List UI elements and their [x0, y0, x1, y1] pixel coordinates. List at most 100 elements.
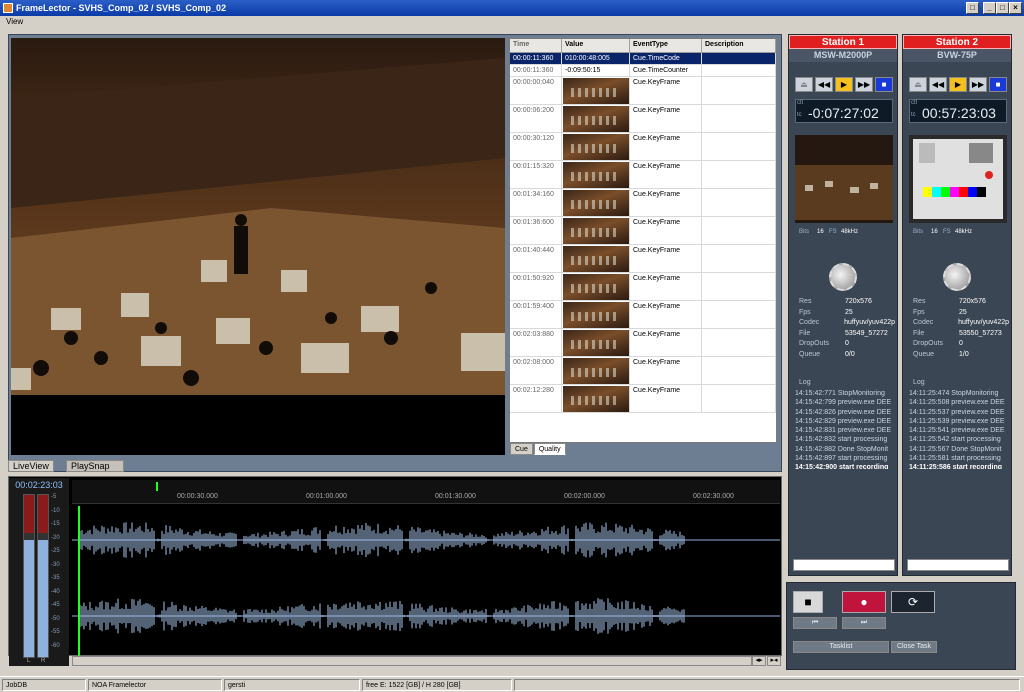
cell-value: [562, 273, 630, 300]
station-2-scrollbar[interactable]: [907, 559, 1009, 571]
playhead-marker[interactable]: [156, 482, 158, 491]
previous-button[interactable]: ⏮: [793, 617, 837, 629]
cell-eventtype: Cue.KeyFrame: [630, 329, 702, 356]
play-button[interactable]: ▶: [949, 77, 967, 92]
table-row[interactable]: 00:00:11:360 -0:09:50:15 Cue.TimeCounter: [510, 65, 776, 77]
zoom-out-button[interactable]: ▸◂: [767, 656, 781, 666]
property-key: DropOuts: [913, 340, 943, 347]
menu-view[interactable]: View: [6, 17, 23, 26]
cell-value: [562, 301, 630, 328]
cell-description: [702, 217, 776, 244]
bits-value: 16: [931, 229, 938, 235]
rewind-button[interactable]: ◀◀: [815, 77, 833, 92]
stop-button[interactable]: ■: [989, 77, 1007, 92]
record-button[interactable]: ●: [842, 591, 886, 613]
keyframe-thumbnail[interactable]: [563, 302, 629, 328]
col-time[interactable]: Time: [510, 39, 562, 52]
zoom-in-button[interactable]: ◂▸: [752, 656, 766, 666]
keyframe-thumbnail[interactable]: [563, 162, 629, 188]
keyframe-thumbnail[interactable]: [563, 218, 629, 244]
property-row: File 53550_57273: [913, 329, 1009, 340]
station-2-log: 14:11:25:474 StopMonitoring 14:11:25:508 …: [909, 389, 1009, 469]
table-row[interactable]: 00:01:40:440 Cue.KeyFrame: [510, 245, 776, 273]
keyframe-thumbnail[interactable]: [563, 78, 629, 104]
cell-description: [702, 245, 776, 272]
cell-eventtype: Cue.KeyFrame: [630, 189, 702, 216]
cue-event-grid[interactable]: Time Value EventType Description 00:00:1…: [509, 38, 777, 443]
keyframe-thumbnail[interactable]: [563, 386, 629, 412]
stop-record-button[interactable]: ■: [793, 591, 823, 613]
play-button[interactable]: ▶: [835, 77, 853, 92]
property-value: 0/0: [845, 350, 855, 358]
record-control-panel: ■ ● ⟳ ⏮ ⏭ Tasklist Close Task: [786, 582, 1016, 670]
table-row[interactable]: 00:01:34:160 Cue.KeyFrame: [510, 189, 776, 217]
table-row[interactable]: 00:00:30:120 Cue.KeyFrame: [510, 133, 776, 161]
table-row[interactable]: 00:02:08:000 Cue.KeyFrame: [510, 357, 776, 385]
col-description[interactable]: Description: [702, 39, 776, 52]
menu-bar: View: [0, 16, 1024, 28]
next-button[interactable]: ⏭: [842, 617, 886, 629]
loop-button[interactable]: ⟳: [891, 591, 935, 613]
eject-button[interactable]: ⏏: [795, 77, 813, 92]
table-row[interactable]: 00:00:11:360 010:00:48:005 Cue.TimeCode: [510, 53, 776, 65]
station-1-scrollbar[interactable]: [793, 559, 895, 571]
table-row[interactable]: 00:01:36:600 Cue.KeyFrame: [510, 217, 776, 245]
keyframe-thumbnail[interactable]: [563, 190, 629, 216]
waveform-right[interactable]: [72, 582, 780, 650]
cell-description: [702, 161, 776, 188]
keyframe-thumbnail[interactable]: [563, 274, 629, 300]
tab-cue[interactable]: Cue: [510, 443, 533, 455]
table-row[interactable]: 00:02:03:880 Cue.KeyFrame: [510, 329, 776, 357]
keyframe-thumbnail[interactable]: [563, 330, 629, 356]
station-1-device: MSW-M2000P: [789, 49, 897, 62]
keyframe-thumbnail[interactable]: [563, 358, 629, 384]
minimize-button[interactable]: _: [983, 2, 996, 14]
video-preview[interactable]: [11, 38, 505, 455]
table-row[interactable]: 00:00:06:200 Cue.KeyFrame: [510, 105, 776, 133]
timeline-ruler[interactable]: 00:00:30.000 00:01:00.000 00:01:30.000 00:0…: [72, 480, 780, 504]
cell-time: 00:00:06:200: [510, 105, 562, 132]
waveform-left[interactable]: [72, 506, 780, 574]
station-1-timecode: -0:07:27:02: [808, 105, 879, 121]
tab-liveview[interactable]: LiveView: [8, 460, 54, 472]
rewind-button[interactable]: ◀◀: [929, 77, 947, 92]
table-row[interactable]: 00:00:00:040 Cue.KeyFrame: [510, 77, 776, 105]
help-button[interactable]: □: [966, 2, 979, 14]
volume-knob[interactable]: [829, 263, 857, 291]
table-row[interactable]: 00:01:50:920 Cue.KeyFrame: [510, 273, 776, 301]
close-window-button[interactable]: ×: [1009, 2, 1022, 14]
cell-eventtype: Cue.KeyFrame: [630, 161, 702, 188]
volume-knob[interactable]: [943, 263, 971, 291]
fast-forward-button[interactable]: ▶▶: [969, 77, 987, 92]
log-entry: 14:11:25:567 Done StopMonit: [909, 445, 1002, 453]
cell-eventtype: Cue.KeyFrame: [630, 217, 702, 244]
timeline-tick: 00:02:00.000: [564, 493, 605, 500]
fs-value: 48kHz: [841, 229, 859, 235]
station-2-audio-info: Bits 16 FS 48kHz: [909, 221, 1007, 235]
fast-forward-button[interactable]: ▶▶: [855, 77, 873, 92]
property-row: Fps 25: [913, 308, 1009, 319]
eject-button[interactable]: ⏏: [909, 77, 927, 92]
tab-playsnap[interactable]: PlaySnap: [66, 460, 124, 472]
stop-button[interactable]: ■: [875, 77, 893, 92]
maximize-button[interactable]: □: [996, 2, 1009, 14]
keyframe-thumbnail[interactable]: [563, 134, 629, 160]
table-row[interactable]: 00:01:15:320 Cue.KeyFrame: [510, 161, 776, 189]
tasklist-button[interactable]: Tasklist: [793, 641, 889, 653]
cell-description: [702, 301, 776, 328]
waveform-scrollbar[interactable]: [72, 656, 752, 666]
table-row[interactable]: 00:01:59:400 Cue.KeyFrame: [510, 301, 776, 329]
table-row[interactable]: 00:02:12:280 Cue.KeyFrame: [510, 385, 776, 413]
col-value[interactable]: Value: [562, 39, 630, 52]
close-task-button[interactable]: Close Task: [891, 641, 937, 653]
col-eventtype[interactable]: EventType: [630, 39, 702, 52]
db-scale-label: -45: [51, 602, 60, 608]
station-1-preview: [795, 135, 893, 223]
log-entry: 14:11:25:474 StopMonitoring: [909, 390, 999, 397]
keyframe-thumbnail[interactable]: [563, 246, 629, 272]
title-bar: FrameLector - SVHS_Comp_02 / SVHS_Comp_0…: [0, 0, 1024, 16]
cell-eventtype: Cue.KeyFrame: [630, 357, 702, 384]
tab-quality[interactable]: Quality: [533, 443, 566, 455]
keyframe-thumbnail[interactable]: [563, 106, 629, 132]
status-app: NOA Framelector: [88, 679, 222, 691]
